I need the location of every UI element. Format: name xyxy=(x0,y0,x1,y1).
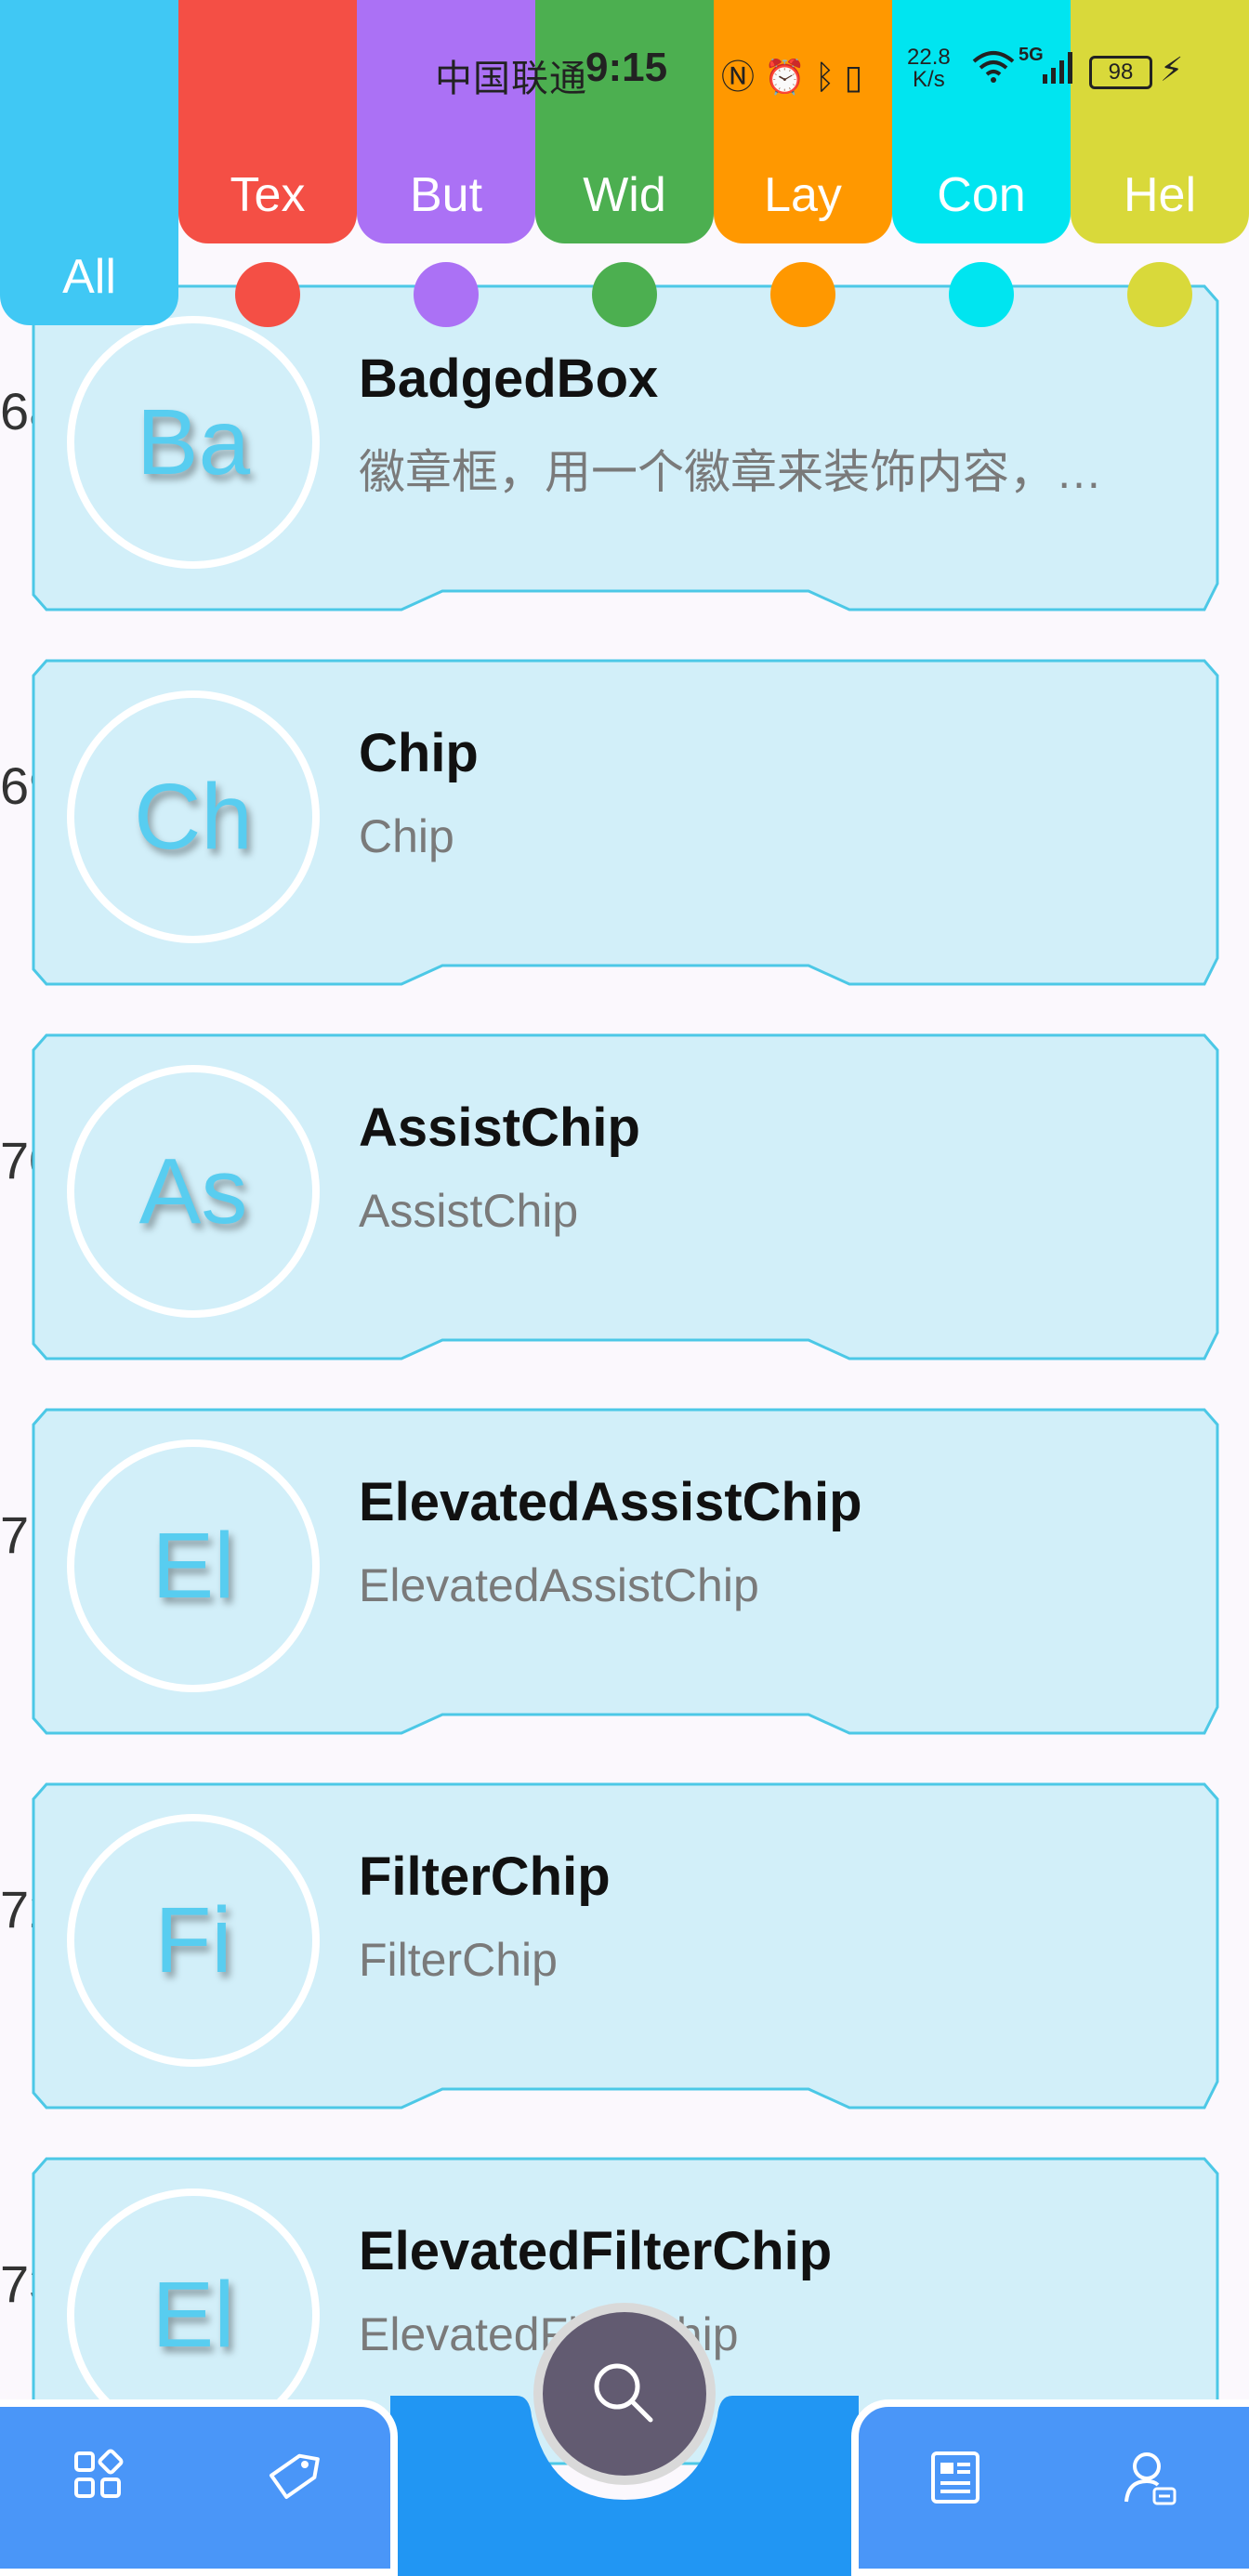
item-description: ElevatedFilterChip xyxy=(359,2308,739,2360)
item-title: ElevatedFilterChip xyxy=(359,2221,833,2281)
nfc-icon: Ⓝ xyxy=(721,58,756,96)
tab-layout[interactable]: Lay xyxy=(714,0,892,243)
tab-label: Hel xyxy=(1123,168,1197,222)
battery-icon: 98 xyxy=(1089,56,1152,89)
tab-label: But xyxy=(409,168,483,222)
network-type: 5G xyxy=(1019,45,1044,65)
bluetooth-icon: ᛒ xyxy=(814,58,835,96)
item-description: Chip xyxy=(359,810,454,862)
tab-buttons-indicator xyxy=(414,262,479,327)
item-description: ElevatedAssistChip xyxy=(359,1559,759,1611)
tab-helpers[interactable]: Hel xyxy=(1071,0,1249,243)
network-speed-value: 22.8 xyxy=(907,45,951,70)
item-title: AssistChip xyxy=(359,1097,640,1158)
tab-buttons[interactable]: But xyxy=(357,0,535,243)
grid-icon[interactable] xyxy=(69,2448,128,2507)
status-icons: Ⓝ ⏰ ᛒ ▯ xyxy=(721,50,862,99)
list-item[interactable]: 72 Fi FilterChip FilterChip xyxy=(0,1782,1249,2109)
tab-text[interactable]: Tex xyxy=(178,0,357,243)
item-title: BadgedBox xyxy=(359,348,659,409)
tab-label: Tex xyxy=(230,168,306,222)
status-bar: 中国联通 9:15 Ⓝ ⏰ ᛒ ▯ 22.8 K/s 5G 98 ⚡ xyxy=(0,45,1249,100)
tab-label: Lay xyxy=(764,168,842,222)
tab-layout-indicator xyxy=(770,262,835,327)
item-title: FilterChip xyxy=(359,1847,611,1907)
alarm-icon: ⏰ xyxy=(764,58,806,96)
carrier-name: 中国联通 xyxy=(435,59,587,99)
tab-label: Con xyxy=(937,168,1026,222)
search-button[interactable] xyxy=(533,2303,716,2485)
vibrate-icon: ▯ xyxy=(844,58,863,96)
tab-label: All xyxy=(62,250,116,304)
bottom-nav-right-panel xyxy=(851,2399,1249,2576)
item-avatar: Fi xyxy=(67,1814,320,2067)
article-icon[interactable] xyxy=(926,2448,985,2507)
tab-text-indicator xyxy=(235,262,300,327)
network-speed: 22.8 K/s xyxy=(907,46,951,91)
list-item[interactable]: 69 Ch Chip Chip xyxy=(0,659,1249,986)
tab-containers[interactable]: Con xyxy=(892,0,1071,243)
network-speed-unit: K/s xyxy=(913,67,945,92)
item-description: 徽章框，用一个徽章来装饰内容，比... xyxy=(359,446,1139,498)
component-list[interactable]: 68 Ba BadgedBox 徽章框，用一个徽章来装饰内容，比... 69 Ch Chip… xyxy=(0,0,1249,2576)
tab-helpers-indicator xyxy=(1127,262,1192,327)
list-item[interactable]: 70 As AssistChip AssistChip xyxy=(0,1033,1249,1360)
item-avatar: El xyxy=(67,1439,320,1692)
clock: 9:15 xyxy=(585,45,668,90)
bottom-nav-left-panel xyxy=(0,2399,398,2576)
tag-icon[interactable] xyxy=(264,2448,323,2507)
tab-containers-indicator xyxy=(949,262,1014,327)
charging-icon: ⚡ xyxy=(1160,50,1184,88)
search-icon xyxy=(594,2363,653,2423)
item-description: AssistChip xyxy=(359,1185,579,1237)
tab-widgets[interactable]: Wid xyxy=(535,0,714,243)
item-avatar: Ch xyxy=(67,690,320,943)
wifi-icon xyxy=(970,48,1017,95)
list-item[interactable]: 71 El ElevatedAssistChip ElevatedAssistChip xyxy=(0,1408,1249,1735)
item-title: ElevatedAssistChip xyxy=(359,1472,862,1532)
item-avatar: As xyxy=(67,1065,320,1318)
signal-icon xyxy=(1041,48,1078,95)
profile-icon[interactable] xyxy=(1121,2448,1180,2507)
item-description: FilterChip xyxy=(359,1934,558,1986)
list-item[interactable]: 68 Ba BadgedBox 徽章框，用一个徽章来装饰内容，比... xyxy=(0,284,1249,611)
item-avatar: Ba xyxy=(67,316,320,569)
tab-label: Wid xyxy=(583,168,666,222)
tab-widgets-indicator xyxy=(592,262,657,327)
item-title: Chip xyxy=(359,723,479,783)
